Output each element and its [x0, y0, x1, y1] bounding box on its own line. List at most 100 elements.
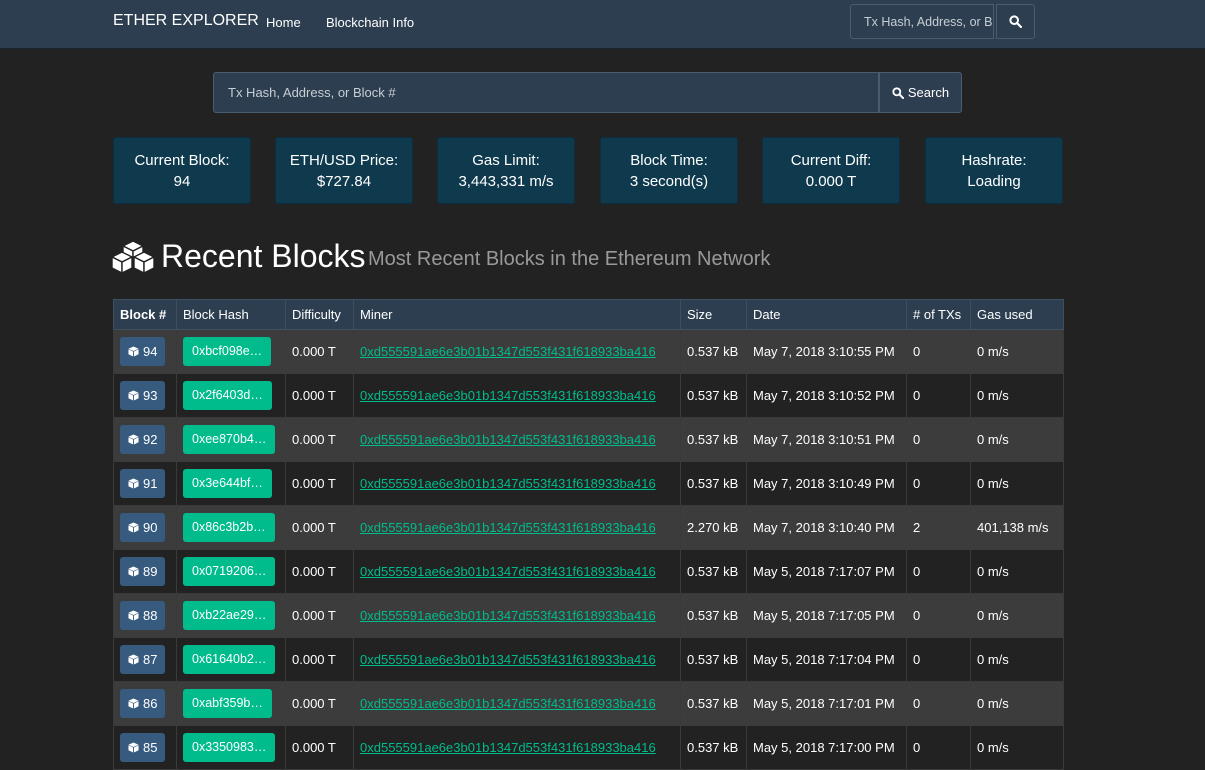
- stat-value: 0.000 T: [805, 173, 857, 190]
- stat-label: Hashrate:: [961, 152, 1027, 169]
- search-icon: [892, 86, 904, 99]
- page-title: Recent Blocks: [161, 238, 366, 274]
- search-button-label: Search: [907, 85, 950, 100]
- block-number: 91: [143, 476, 158, 491]
- block-number: 85: [143, 740, 158, 755]
- tx-count-cell: 0: [906, 593, 971, 638]
- column-header-date[interactable]: Date: [746, 299, 907, 330]
- cube-icon: [128, 434, 139, 445]
- block-number-button[interactable]: 89: [120, 557, 166, 586]
- navbar-search-input[interactable]: [850, 4, 994, 39]
- miner-link[interactable]: 0xd555591ae6e3b01b1347d553f431f618933ba4…: [360, 564, 656, 579]
- difficulty-cell: 0.000 T: [285, 373, 354, 418]
- date-cell: May 5, 2018 7:17:01 PM: [746, 681, 907, 726]
- miner-link[interactable]: 0xd555591ae6e3b01b1347d553f431f618933ba4…: [360, 388, 656, 403]
- brand-logo[interactable]: ETHER EXPLORER: [113, 12, 259, 30]
- column-header-block[interactable]: Block #: [113, 299, 177, 330]
- stat-value: 94: [173, 173, 191, 190]
- miner-link[interactable]: 0xd555591ae6e3b01b1347d553f431f618933ba4…: [360, 652, 656, 667]
- gas-used-cell: 0 m/s: [970, 461, 1064, 506]
- miner-link[interactable]: 0xd555591ae6e3b01b1347d553f431f618933ba4…: [360, 696, 656, 711]
- difficulty-cell: 0.000 T: [285, 549, 354, 594]
- block-hash-button[interactable]: 0xb22ae29…: [183, 601, 276, 630]
- gas-used-cell: 0 m/s: [970, 373, 1064, 418]
- miner-link[interactable]: 0xd555591ae6e3b01b1347d553f431f618933ba4…: [360, 476, 656, 491]
- main-search-button[interactable]: Search: [879, 72, 962, 113]
- miner-link[interactable]: 0xd555591ae6e3b01b1347d553f431f618933ba4…: [360, 520, 656, 535]
- column-header-difficulty[interactable]: Difficulty: [285, 299, 354, 330]
- stat-hashrate: Hashrate: Loading: [925, 137, 1063, 204]
- block-hash-button[interactable]: 0x3e644bf…: [183, 469, 272, 498]
- miner-link[interactable]: 0xd555591ae6e3b01b1347d553f431f618933ba4…: [360, 432, 656, 447]
- table-row: 86 0xabf359b… 0.000 T 0xd555591ae6e3b01b…: [113, 681, 1064, 726]
- block-number-button[interactable]: 85: [120, 733, 166, 762]
- tx-count-cell: 0: [906, 725, 971, 770]
- gas-used-cell: 0 m/s: [970, 725, 1064, 770]
- column-header-gas[interactable]: Gas used: [970, 299, 1064, 330]
- block-number-button[interactable]: 91: [120, 469, 166, 498]
- size-cell: 0.537 kB: [680, 549, 747, 594]
- difficulty-cell: 0.000 T: [285, 329, 354, 374]
- stat-current-diff: Current Diff: 0.000 T: [762, 137, 900, 204]
- difficulty-cell: 0.000 T: [285, 637, 354, 682]
- block-number-button[interactable]: 90: [120, 513, 166, 542]
- nav-link-blockchain-info[interactable]: Blockchain Info: [326, 15, 414, 30]
- block-hash-button[interactable]: 0x3350983…: [183, 733, 276, 762]
- table-row: 93 0x2f6403d… 0.000 T 0xd555591ae6e3b01b…: [113, 373, 1064, 418]
- block-hash-button[interactable]: 0xabf359b…: [183, 689, 272, 718]
- size-cell: 0.537 kB: [680, 725, 747, 770]
- table-row: 90 0x86c3b2b… 0.000 T 0xd555591ae6e3b01b…: [113, 505, 1064, 550]
- miner-link[interactable]: 0xd555591ae6e3b01b1347d553f431f618933ba4…: [360, 740, 656, 755]
- block-number: 93: [143, 388, 158, 403]
- block-number: 90: [143, 520, 158, 535]
- block-number-button[interactable]: 87: [120, 645, 166, 674]
- stat-value: 3,443,331 m/s: [458, 173, 554, 190]
- table-row: 92 0xee870b4… 0.000 T 0xd555591ae6e3b01b…: [113, 417, 1064, 462]
- table-row: 94 0xbcf098e… 0.000 T 0xd555591ae6e3b01b…: [113, 329, 1064, 374]
- block-hash-button[interactable]: 0x86c3b2b…: [183, 513, 275, 542]
- column-header-hash[interactable]: Block Hash: [176, 299, 286, 330]
- date-cell: May 5, 2018 7:17:04 PM: [746, 637, 907, 682]
- block-hash-button[interactable]: 0x2f6403d…: [183, 381, 272, 410]
- stat-label: Gas Limit:: [472, 152, 540, 169]
- navbar-search-button[interactable]: [996, 4, 1035, 39]
- cube-icon: [128, 390, 139, 401]
- column-header-size[interactable]: Size: [680, 299, 747, 330]
- miner-link[interactable]: 0xd555591ae6e3b01b1347d553f431f618933ba4…: [360, 608, 656, 623]
- block-hash-button[interactable]: 0x0719206…: [183, 557, 276, 586]
- tx-count-cell: 0: [906, 373, 971, 418]
- size-cell: 0.537 kB: [680, 681, 747, 726]
- difficulty-cell: 0.000 T: [285, 461, 354, 506]
- block-number-button[interactable]: 92: [120, 425, 166, 454]
- miner-link[interactable]: 0xd555591ae6e3b01b1347d553f431f618933ba4…: [360, 344, 656, 359]
- block-number-button[interactable]: 94: [120, 337, 166, 366]
- top-navbar: ETHER EXPLORER Home Blockchain Info: [0, 0, 1205, 49]
- main-search-input[interactable]: [213, 72, 879, 113]
- gas-used-cell: 401,138 m/s: [970, 505, 1064, 550]
- block-number: 92: [143, 432, 158, 447]
- column-header-txs[interactable]: # of TXs: [906, 299, 971, 330]
- nav-link-home[interactable]: Home: [266, 15, 301, 30]
- date-cell: May 7, 2018 3:10:40 PM: [746, 505, 907, 550]
- difficulty-cell: 0.000 T: [285, 725, 354, 770]
- date-cell: May 5, 2018 7:17:05 PM: [746, 593, 907, 638]
- block-number-button[interactable]: 86: [120, 689, 166, 718]
- block-number: 88: [143, 608, 158, 623]
- date-cell: May 5, 2018 7:17:00 PM: [746, 725, 907, 770]
- search-icon: [1009, 15, 1022, 28]
- block-hash-button[interactable]: 0xbcf098e…: [183, 337, 272, 366]
- block-number: 89: [143, 564, 158, 579]
- block-hash-button[interactable]: 0xee870b4…: [183, 425, 276, 454]
- column-header-miner[interactable]: Miner: [353, 299, 681, 330]
- stat-block-time: Block Time: 3 second(s): [600, 137, 738, 204]
- stat-label: ETH/USD Price:: [289, 152, 399, 169]
- gas-used-cell: 0 m/s: [970, 417, 1064, 462]
- tx-count-cell: 0: [906, 417, 971, 462]
- block-number-button[interactable]: 93: [120, 381, 166, 410]
- block-number: 87: [143, 652, 158, 667]
- cube-icon: [128, 478, 139, 489]
- block-number-button[interactable]: 88: [120, 601, 166, 630]
- block-hash-button[interactable]: 0x61640b2…: [183, 645, 276, 674]
- cube-icon: [128, 522, 139, 533]
- difficulty-cell: 0.000 T: [285, 593, 354, 638]
